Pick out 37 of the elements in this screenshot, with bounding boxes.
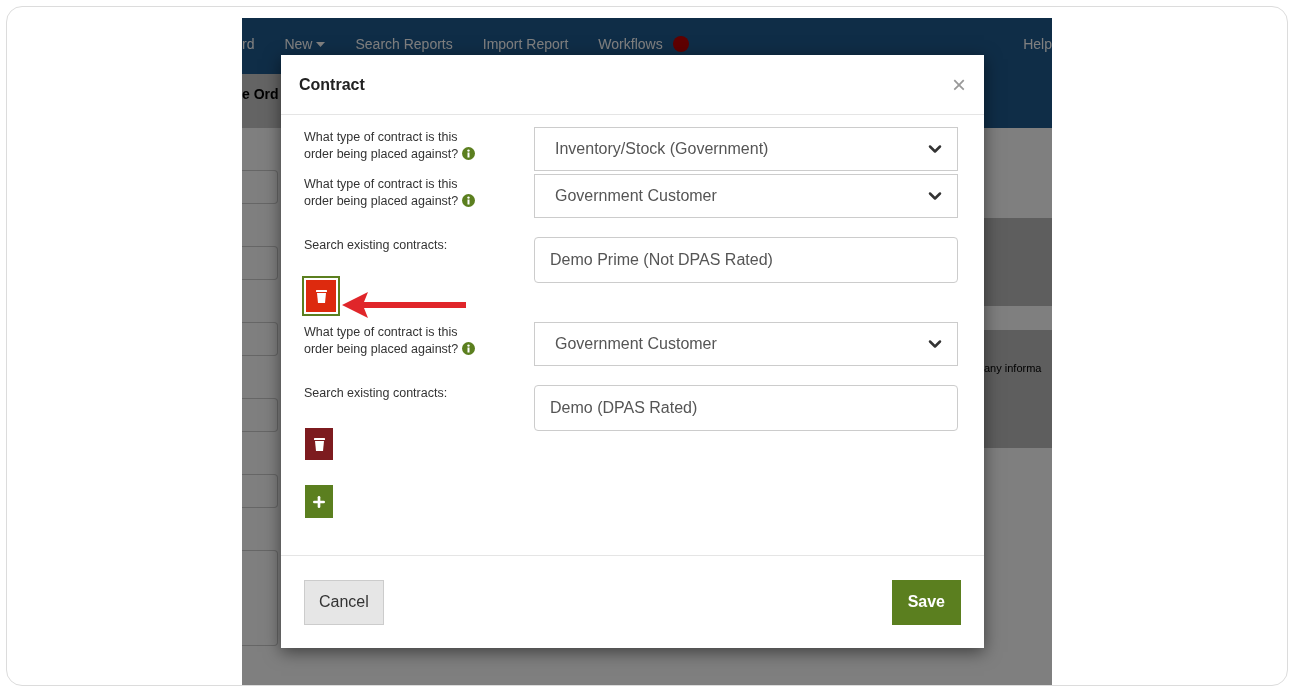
field-label: Search existing contracts:: [304, 237, 449, 254]
dialog-title: Contract: [299, 75, 366, 94]
caret-icon: [316, 41, 326, 47]
save-button[interactable]: Save: [891, 579, 961, 625]
input-field[interactable]: [242, 170, 278, 204]
contract-search-field[interactable]: Demo (DPAS Rated): [534, 385, 958, 431]
add-button[interactable]: [305, 485, 333, 518]
info-icon: [462, 147, 476, 160]
input-field[interactable]: [242, 474, 278, 508]
nav-link[interactable]: rd: [242, 36, 255, 52]
cancel-button[interactable]: Cancel: [304, 579, 384, 625]
contract-type-select[interactable]: Government Customer: [534, 322, 958, 366]
notification-dot: [672, 36, 689, 52]
nav-link[interactable]: Import Report: [482, 36, 569, 52]
plus-icon: [311, 493, 327, 510]
nav-link[interactable]: Search Reports: [355, 36, 453, 52]
nav-link[interactable]: New: [284, 36, 326, 52]
field-label: What type of contract is this order being placed against?: [304, 174, 486, 210]
field-label: Search existing contracts:: [304, 385, 449, 402]
trash-icon: [313, 437, 325, 451]
field-label: What type of contract is this order being placed against?: [304, 127, 486, 163]
input-field[interactable]: [242, 246, 278, 280]
nav-link[interactable]: Workflows: [598, 36, 689, 52]
contract-type-select[interactable]: Inventory/Stock (Government): [534, 127, 958, 171]
info-text: any informa: [984, 330, 1052, 448]
help-link[interactable]: Help: [1023, 36, 1052, 52]
info-icon: [462, 194, 476, 207]
delete-button[interactable]: [305, 428, 333, 460]
field-label: What type of contract is this order being placed against?: [304, 322, 486, 358]
close-button[interactable]: ×: [952, 72, 966, 97]
trash-icon: [315, 289, 327, 303]
info-icon: [462, 342, 476, 355]
input-field[interactable]: [242, 322, 278, 356]
text-area[interactable]: [242, 550, 278, 646]
contract-type-select[interactable]: Government Customer: [534, 174, 958, 218]
contract-search-field[interactable]: Demo Prime (Not DPAS Rated): [534, 237, 958, 283]
input-field[interactable]: [242, 398, 278, 432]
